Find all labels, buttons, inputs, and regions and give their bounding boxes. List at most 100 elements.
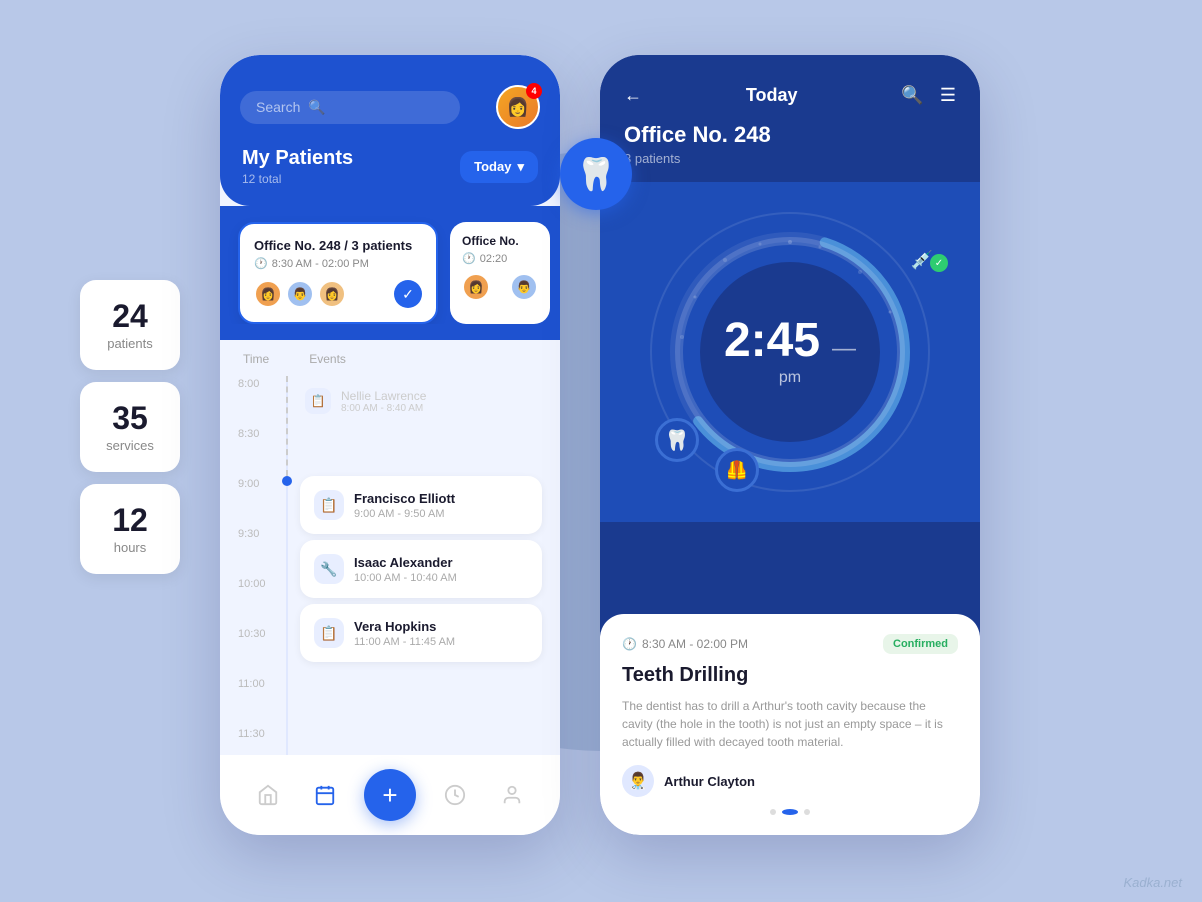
syringe-check-icon: ✓ — [930, 254, 948, 272]
patient-avatar-3: 👩 — [318, 280, 346, 308]
events-column: 📋 Nellie Lawrence 8:00 AM - 8:40 AM 📋 Fr… — [300, 376, 542, 776]
appointment-dots — [622, 809, 958, 815]
nav-person[interactable] — [494, 777, 530, 813]
patient-avatar-1: 👩 — [254, 280, 282, 308]
today-button[interactable]: Today ▾ — [460, 151, 538, 183]
stat-card-services: 35 services — [80, 382, 180, 472]
timeline: Time Events 8:00 8:30 9:00 9:30 10:00 10… — [220, 340, 560, 788]
clock-implant-float-icon[interactable]: 🦺 — [715, 448, 759, 492]
phone-right: ← Today 🔍 ☰ Office No. 248 3 patients — [600, 55, 980, 835]
event-icon-1: 📋 — [314, 490, 344, 520]
office-card-1-avatars: 👩 👨 👩 ✓ — [254, 280, 422, 308]
event-info-1: Francisco Elliott 9:00 AM - 9:50 AM — [354, 491, 528, 520]
appointment-description: The dentist has to drill a Arthur's toot… — [622, 697, 958, 751]
patients-title: My Patients — [242, 147, 353, 170]
office-card-2[interactable]: Office No. 🕐 02:20 👩 👨 — [450, 222, 550, 324]
ghost-event-name: Nellie Lawrence — [341, 389, 426, 403]
chevron-down-icon: ▾ — [517, 159, 524, 175]
left-phone-header: Search 🔍 👩 4 My Patients 12 total Today … — [220, 55, 560, 206]
office-card-1[interactable]: Office No. 248 / 3 patients 🕐 8:30 AM - … — [238, 222, 438, 324]
time-930: 9:30 — [238, 526, 274, 576]
confirmed-badge: Confirmed — [883, 634, 958, 654]
doctor-avatar: 👨‍⚕️ — [622, 765, 654, 797]
office-card-2-avatars: 👩 👨 — [462, 273, 538, 301]
check-icon: ✓ — [394, 280, 422, 308]
appointment-header: 🕐 8:30 AM - 02:00 PM Confirmed — [622, 634, 958, 654]
event-card-2[interactable]: 🔧 Isaac Alexander 10:00 AM - 10:40 AM — [300, 540, 542, 598]
event-name-3: Vera Hopkins — [354, 619, 528, 634]
dot-3 — [804, 809, 810, 815]
clock-dash: — — [832, 335, 856, 363]
timeline-dashed — [286, 376, 288, 476]
office-card-1-time: 🕐 8:30 AM - 02:00 PM — [254, 257, 422, 270]
doctor-info: 👨‍⚕️ Arthur Clayton — [622, 765, 958, 797]
stat-label-services: services — [106, 438, 154, 453]
event-card-1[interactable]: 📋 Francisco Elliott 9:00 AM - 9:50 AM — [300, 476, 542, 534]
event-time-3: 11:00 AM - 11:45 AM — [354, 636, 528, 648]
event-name-2: Isaac Alexander — [354, 555, 528, 570]
search-row: Search 🔍 👩 4 — [240, 85, 540, 129]
search-icon: 🔍 — [308, 99, 325, 116]
patients-header: My Patients 12 total Today ▾ — [240, 147, 540, 186]
right-phone-title: Today — [746, 85, 798, 106]
patient-avatar-4: 👩 — [462, 273, 490, 301]
right-office-name: Office No. 248 — [624, 122, 956, 148]
timeline-line — [286, 376, 288, 776]
timeline-header: Time Events — [238, 352, 542, 366]
bottom-nav: + — [220, 755, 560, 835]
appointment-card: 🕐 8:30 AM - 02:00 PM Confirmed Teeth Dri… — [600, 614, 980, 835]
right-office-info: Office No. 248 3 patients — [600, 122, 980, 182]
phone-left: Search 🔍 👩 4 My Patients 12 total Today … — [220, 55, 560, 835]
dot-2-active — [782, 809, 798, 815]
timeline-dot — [282, 476, 292, 486]
search-icon-right[interactable]: 🔍 — [901, 85, 923, 106]
appointment-time: 🕐 8:30 AM - 02:00 PM — [622, 637, 748, 651]
event-time-1: 9:00 AM - 9:50 AM — [354, 508, 528, 520]
ghost-event-time: 8:00 AM - 8:40 AM — [341, 403, 426, 414]
office-cards-row: Office No. 248 / 3 patients 🕐 8:30 AM - … — [220, 206, 560, 324]
time-830: 8:30 — [238, 426, 274, 476]
appointment-title: Teeth Drilling — [622, 664, 958, 687]
clock-ring-inner: 2:45 — pm — [700, 262, 880, 442]
avatar-notif[interactable]: 👩 4 — [496, 85, 540, 129]
patient-avatar-2: 👨 — [286, 280, 314, 308]
nav-calendar[interactable] — [307, 777, 343, 813]
ghost-event: 📋 Nellie Lawrence 8:00 AM - 8:40 AM — [300, 376, 542, 426]
ghost-event-icon: 📋 — [305, 388, 331, 414]
clock-tooth-float-icon[interactable]: 🦷 — [655, 418, 699, 462]
time-900: 9:00 — [238, 476, 274, 526]
event-info-3: Vera Hopkins 11:00 AM - 11:45 AM — [354, 619, 528, 648]
menu-icon-right[interactable]: ☰ — [940, 85, 956, 106]
clock-ampm: pm — [779, 369, 801, 387]
doctor-name: Arthur Clayton — [664, 774, 755, 789]
stat-cards: 24 patients 35 services 12 hours — [80, 280, 180, 574]
office-card-1-title: Office No. 248 / 3 patients — [254, 238, 422, 253]
event-icon-3: 📋 — [314, 618, 344, 648]
stat-number-hours: 12 — [112, 504, 148, 536]
event-card-3[interactable]: 📋 Vera Hopkins 11:00 AM - 11:45 AM — [300, 604, 542, 662]
watermark: Kadka.net — [1123, 875, 1182, 890]
clock-time: 2:45 — [724, 317, 820, 365]
patients-title-block: My Patients 12 total — [242, 147, 353, 186]
event-info-2: Isaac Alexander 10:00 AM - 10:40 AM — [354, 555, 528, 584]
stat-card-hours: 12 hours — [80, 484, 180, 574]
time-1000: 10:00 — [238, 576, 274, 626]
patient-avatar-5: 👨 — [510, 273, 538, 301]
event-icon-2: 🔧 — [314, 554, 344, 584]
search-bar[interactable]: Search 🔍 — [240, 91, 460, 124]
stat-number-services: 35 — [112, 402, 148, 434]
ghost-event-info: Nellie Lawrence 8:00 AM - 8:40 AM — [341, 389, 426, 414]
time-800: 8:00 — [238, 376, 274, 426]
right-phone-header: ← Today 🔍 ☰ — [600, 55, 980, 122]
timeline-times: 8:00 8:30 9:00 9:30 10:00 10:30 11:00 11… — [238, 376, 274, 776]
office-card-2-time: 🕐 02:20 — [462, 252, 538, 265]
stat-label-patients: patients — [107, 336, 153, 351]
back-arrow-icon[interactable]: ← — [624, 85, 642, 106]
fab-add-button[interactable]: + — [364, 769, 416, 821]
right-header-icons: 🔍 ☰ — [901, 85, 956, 106]
stat-number-patients: 24 — [112, 300, 148, 332]
stat-label-hours: hours — [114, 540, 147, 555]
nav-home[interactable] — [250, 777, 286, 813]
nav-clock[interactable] — [437, 777, 473, 813]
big-tooth-icon: 🦷 — [560, 138, 632, 210]
